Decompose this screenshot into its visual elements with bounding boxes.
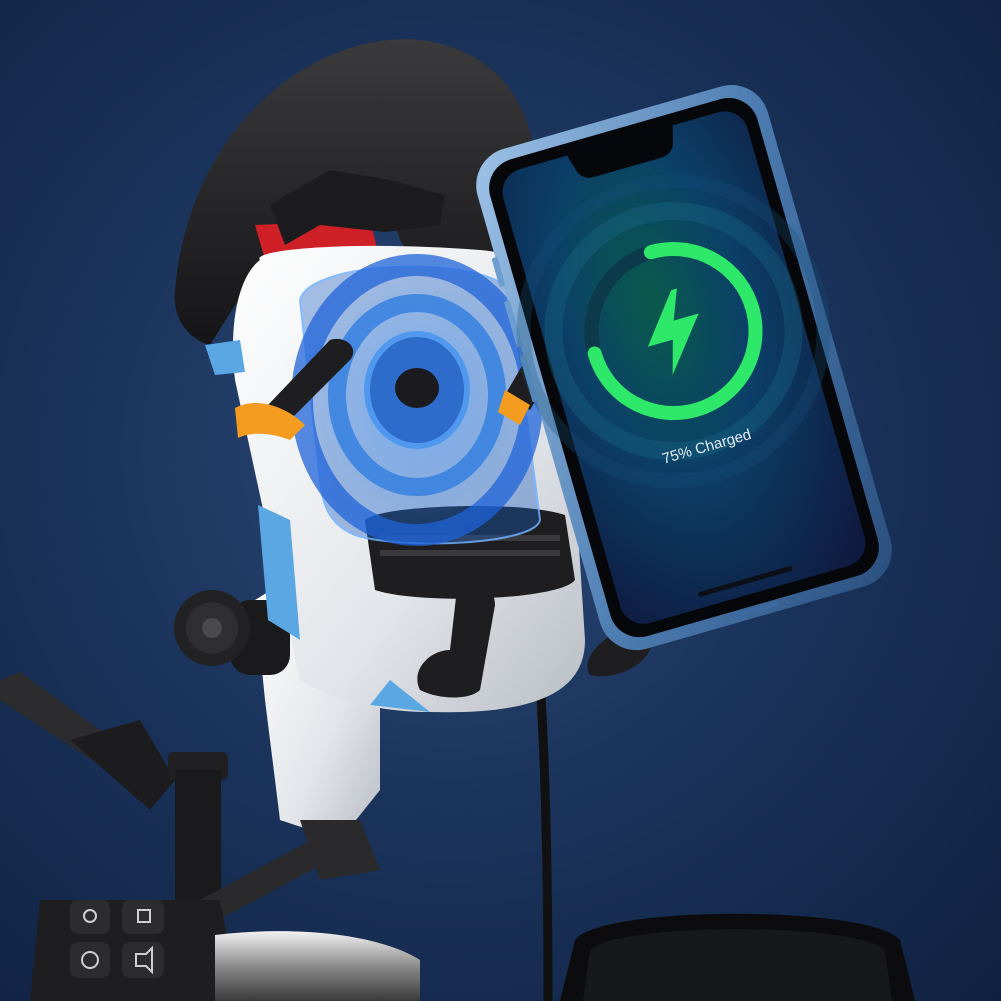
handlebar-switch-block <box>30 900 240 1001</box>
charging-cable <box>535 679 553 1001</box>
product-scene: 75% Charged <box>0 39 915 1001</box>
handlebar <box>215 931 420 1001</box>
dashboard <box>560 913 915 1001</box>
